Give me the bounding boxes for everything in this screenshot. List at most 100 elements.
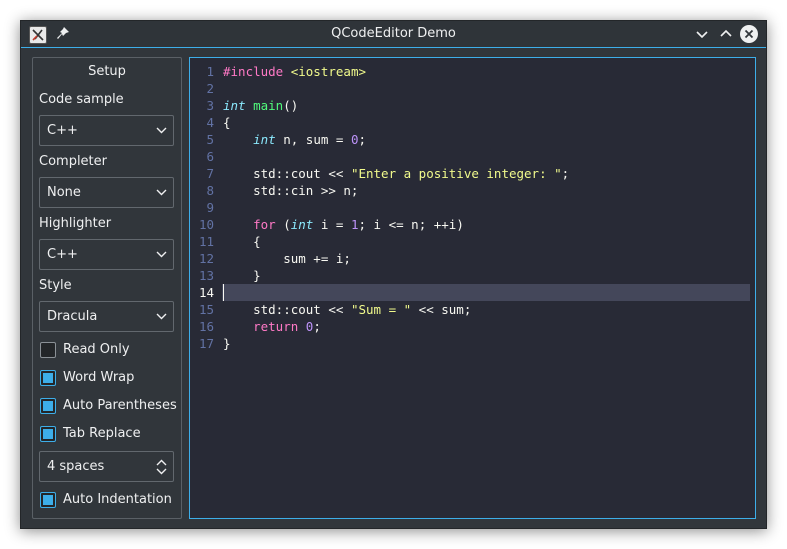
code-line[interactable]: 17} [190, 335, 755, 352]
code-token: { [223, 115, 231, 130]
tab-replace-label: Tab Replace [63, 426, 141, 441]
line-number: 7 [206, 166, 214, 181]
close-icon [744, 29, 754, 39]
code-line[interactable]: 9 [190, 199, 755, 216]
code-line[interactable]: 13 } [190, 267, 755, 284]
code-text: } [223, 267, 261, 284]
code-line[interactable]: 16 return 0; [190, 318, 755, 335]
code-token: std::cin >> n; [223, 183, 359, 198]
auto-indentation-label: Auto Indentation [63, 492, 172, 507]
code-token: int [223, 98, 246, 113]
chevron-down-icon [696, 31, 708, 39]
code-sample-value: C++ [47, 123, 78, 138]
code-text: std::cin >> n; [223, 182, 358, 199]
read-only-label: Read Only [63, 342, 130, 357]
line-number: 10 [198, 217, 214, 232]
code-token: << sum; [411, 302, 472, 317]
code-token: { [223, 234, 261, 249]
line-number: 3 [206, 98, 214, 113]
code-token: i = [313, 217, 351, 232]
code-line[interactable]: 3 int main() [190, 97, 755, 114]
code-line[interactable]: 10 for (int i = 1; i <= n; ++i) [190, 216, 755, 233]
minimize-button[interactable] [693, 25, 711, 43]
chevron-down-icon [156, 127, 167, 134]
line-number: 5 [206, 132, 214, 147]
word-wrap-label: Word Wrap [63, 370, 135, 385]
line-number: 2 [206, 81, 214, 96]
code-token: #include [223, 64, 291, 79]
tab-replace-checkbox[interactable] [40, 426, 56, 442]
code-sample-select[interactable]: C++ [39, 115, 174, 146]
auto-indentation-checkbox[interactable] [40, 492, 56, 508]
code-token: n, sum = [275, 132, 351, 147]
style-value: Dracula [47, 309, 98, 324]
code-line[interactable]: 7 std::cout << "Enter a positive integer… [190, 165, 755, 182]
code-line[interactable]: 15 std::cout << "Sum = " << sum; [190, 301, 755, 318]
code-editor[interactable]: 1 #include <iostream> 2 3 int main() 4{5 int … [189, 57, 756, 519]
code-token: std::cout << [223, 166, 351, 181]
word-wrap-checkbox[interactable] [40, 370, 56, 386]
auto-parentheses-label: Auto Parentheses [63, 398, 177, 413]
code-token: () [283, 98, 299, 113]
close-button[interactable] [740, 25, 758, 43]
highlighter-select[interactable]: C++ [39, 239, 174, 270]
code-token: std::cout << [223, 302, 351, 317]
code-token: ; [358, 132, 367, 147]
code-sample-label: Code sample [39, 92, 124, 107]
tab-size-spinbox[interactable]: 4 spaces [39, 451, 174, 482]
setup-panel: Setup Code sample C++ Completer None Hig… [32, 57, 182, 519]
chevron-down-icon [156, 313, 167, 320]
code-text: } [223, 335, 231, 352]
completer-select[interactable]: None [39, 177, 174, 208]
code-text: sum += i; [223, 250, 351, 267]
code-token: sum += i; [223, 251, 351, 266]
code-line[interactable]: 4{ [190, 114, 755, 131]
code-token: return [253, 319, 299, 334]
code-line[interactable]: 6 [190, 148, 755, 165]
code-token: for [253, 217, 276, 232]
code-line[interactable]: 12 sum += i; [190, 250, 755, 267]
line-number: 6 [206, 149, 214, 164]
code-text: #include <iostream> [223, 63, 366, 80]
code-token: ( [275, 217, 291, 232]
code-token: ; [313, 319, 321, 334]
line-number: 13 [198, 268, 214, 283]
line-number: 12 [198, 251, 214, 266]
code-token: "Sum = " [350, 302, 412, 317]
maximize-button[interactable] [717, 25, 735, 43]
code-line[interactable]: 8 std::cin >> n; [190, 182, 755, 199]
window-title: QCodeEditor Demo [331, 26, 456, 41]
line-number: 16 [198, 319, 214, 334]
code-token: } [223, 268, 261, 283]
highlighter-value: C++ [47, 247, 78, 262]
line-number: 14 [198, 285, 214, 300]
code-line[interactable]: 11 { [190, 233, 755, 250]
code-token: ; i <= n; ++i) [358, 217, 464, 232]
code-token: main [253, 98, 284, 113]
read-only-checkbox[interactable] [40, 342, 56, 358]
code-line[interactable]: 2 [190, 80, 755, 97]
code-text: { [223, 233, 261, 250]
completer-label: Completer [39, 154, 107, 169]
completer-value: None [47, 185, 81, 200]
style-select[interactable]: Dracula [39, 301, 174, 332]
chevron-up-icon [720, 29, 732, 37]
code-line[interactable]: 1 #include <iostream> [190, 63, 755, 80]
app-window: QCodeEditor Demo Setup Code sample C++ C… [20, 20, 767, 529]
code-text: for (int i = 1; i <= n; ++i) [223, 216, 464, 233]
code-line[interactable]: 14 [190, 284, 755, 301]
code-line[interactable]: 5 int n, sum = 0; [190, 131, 755, 148]
code-token: int [290, 217, 314, 232]
line-number: 8 [206, 183, 214, 198]
line-number: 4 [206, 115, 214, 130]
chevron-down-icon [156, 189, 167, 196]
code-text: int main() [223, 97, 298, 114]
code-token: "Enter a positive integer: " [350, 166, 562, 181]
auto-parentheses-checkbox[interactable] [40, 398, 56, 414]
text-cursor [223, 284, 224, 301]
code-token: int [253, 132, 276, 147]
highlighter-label: Highlighter [39, 216, 112, 231]
code-text: return 0; [223, 318, 321, 335]
